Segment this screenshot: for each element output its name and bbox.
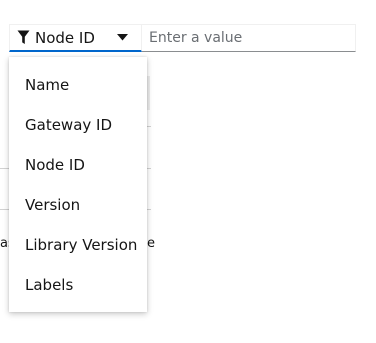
filter-icon [16,30,30,46]
menu-item-name[interactable]: Name [9,65,147,105]
filter-attribute-dropdown-toggle[interactable]: Node ID [9,24,142,52]
filter-value-input[interactable] [142,24,356,52]
background-divider [0,209,9,210]
screen: as e Node ID Name Gateway ID Node ID Ver… [0,0,376,343]
menu-item-gateway-id[interactable]: Gateway ID [9,105,147,145]
menu-item-node-id[interactable]: Node ID [9,145,147,185]
background-text-fragment: as [0,236,9,251]
background-divider [0,168,9,169]
menu-item-labels[interactable]: Labels [9,265,147,305]
filter-selected-label: Node ID [35,28,95,47]
background-divider [147,209,151,210]
background-divider [147,168,151,169]
menu-item-version[interactable]: Version [9,185,147,225]
menu-item-library-version[interactable]: Library Version [9,225,147,265]
background-divider [147,126,151,127]
caret-down-icon [115,33,129,43]
filter-attribute-menu: Name Gateway ID Node ID Version Library … [9,57,147,312]
attribute-filter-group: Node ID [9,24,356,52]
background-text-fragment: e [147,236,155,251]
